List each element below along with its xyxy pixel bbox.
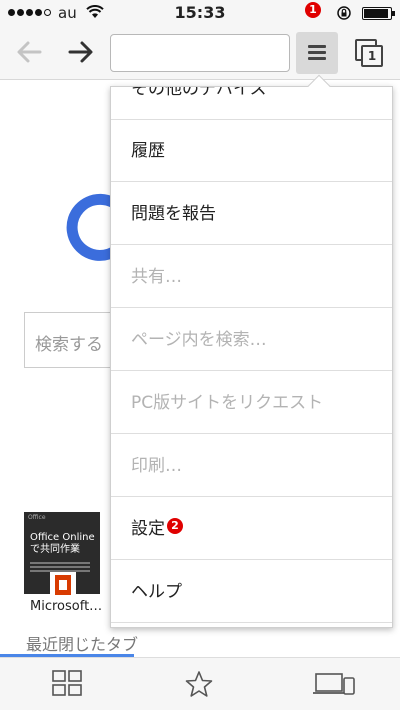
menu-item-find-in-page[interactable]: ページ内を検索…: [111, 309, 392, 371]
thumbnail-title: Office Online で共同作業: [30, 532, 95, 555]
overflow-menu: その他のデバイス 履歴 問題を報告 共有… ページ内を検索… PC版サイトをリク…: [110, 86, 393, 628]
star-icon[interactable]: [185, 670, 213, 702]
battery-icon: [362, 7, 395, 20]
menu-item-history[interactable]: 履歴: [111, 120, 392, 182]
menu-item-help[interactable]: ヘルプ: [111, 561, 392, 623]
status-bar: au 15:33: [0, 0, 400, 26]
forward-button[interactable]: [66, 38, 96, 66]
back-button[interactable]: [14, 38, 44, 66]
hamburger-menu-icon: [308, 45, 326, 63]
office-icon: [50, 572, 76, 598]
browser-toolbar: 1: [0, 26, 400, 80]
devices-icon[interactable]: [312, 670, 356, 702]
search-placeholder: 検索する: [35, 335, 103, 355]
menu-button[interactable]: [296, 32, 338, 74]
menu-item-report-issue[interactable]: 問題を報告: [111, 183, 392, 245]
recently-closed-tab-label[interactable]: 最近閉じたタブ: [26, 631, 138, 655]
menu-item-other-devices[interactable]: その他のデバイス: [111, 87, 392, 120]
menu-callout-badge: 1: [305, 2, 321, 18]
settings-callout-badge: 2: [167, 518, 183, 534]
grid-icon[interactable]: [52, 670, 82, 700]
menu-item-settings[interactable]: 設定 2: [111, 498, 392, 560]
menu-item-request-desktop-site[interactable]: PC版サイトをリクエスト: [111, 372, 392, 434]
tab-switcher-button[interactable]: 1: [355, 39, 385, 69]
address-bar[interactable]: [110, 34, 290, 72]
arrow-right-icon: [68, 41, 93, 63]
rotation-lock-icon: [336, 5, 352, 25]
arrow-left-icon: [17, 41, 42, 63]
menu-item-print[interactable]: 印刷…: [111, 435, 392, 497]
menu-item-settings-label: 設定: [131, 519, 165, 539]
menu-item-share[interactable]: 共有…: [111, 246, 392, 308]
tab-count: 1: [361, 45, 383, 67]
bottom-bar: [0, 657, 400, 710]
thumbnail-label[interactable]: Microsoft…: [30, 599, 102, 614]
thumbnail-header: Office: [28, 514, 46, 521]
thumbnail-text-lines: [30, 562, 90, 572]
